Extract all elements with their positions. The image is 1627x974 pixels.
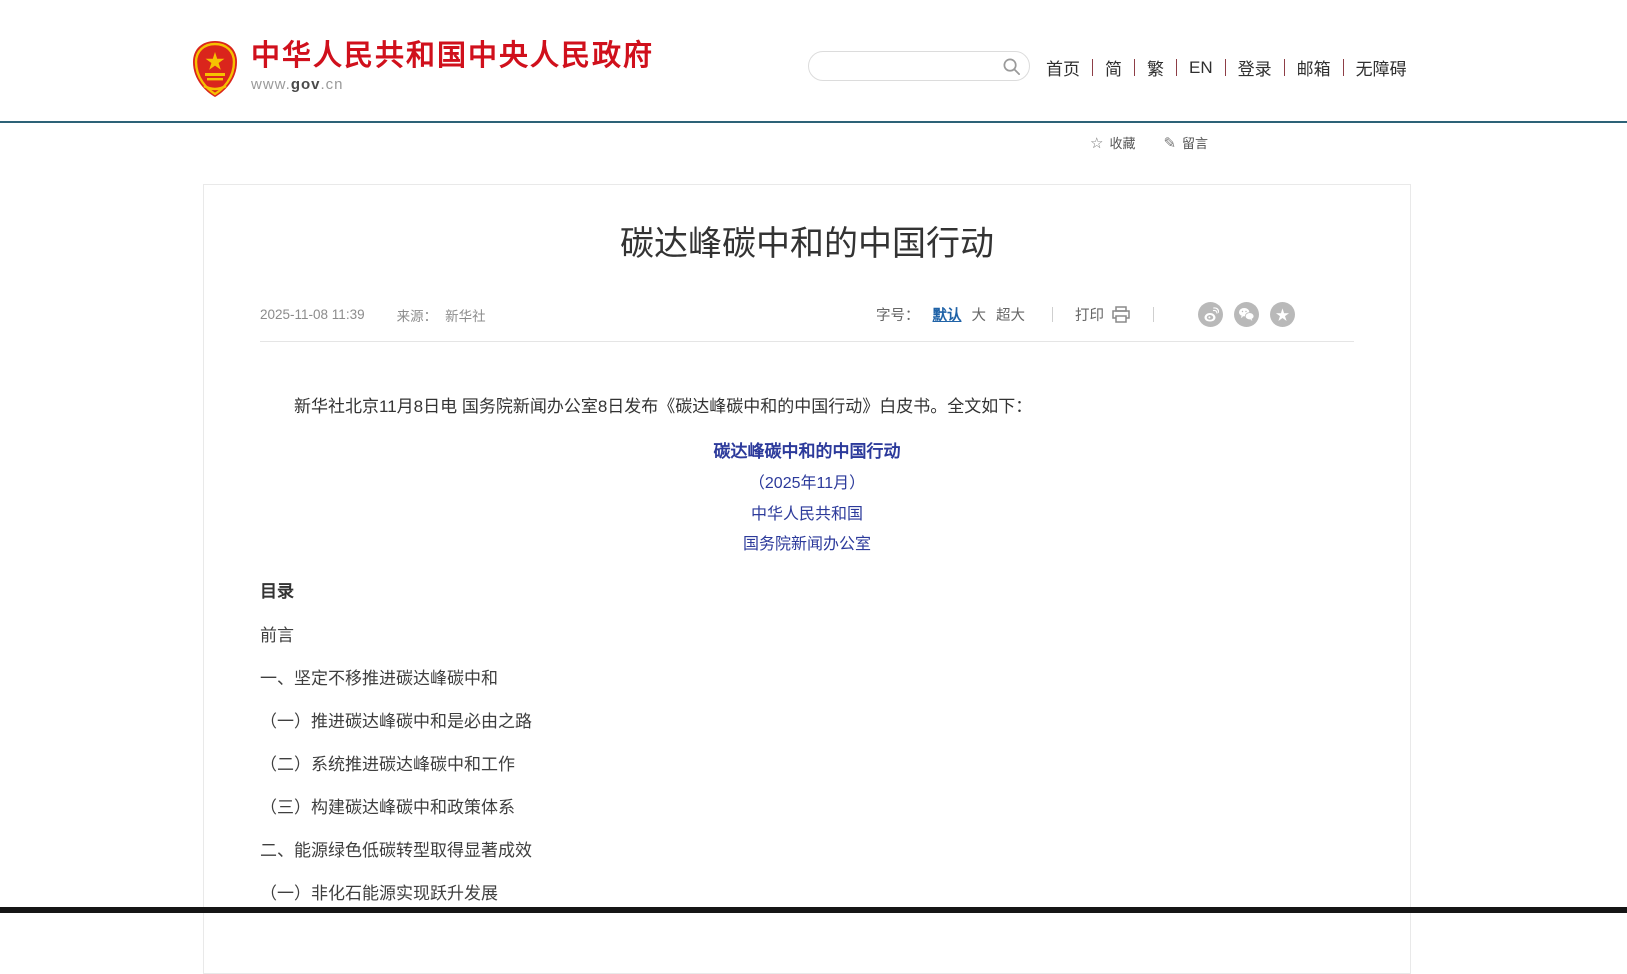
nav-item-accessibility[interactable]: 无障碍 xyxy=(1356,55,1407,80)
nav-item-traditional[interactable]: 繁 xyxy=(1147,55,1164,80)
toc-item-2: 二、能源绿色低碳转型取得显著成效 xyxy=(260,842,1354,859)
article-meta-right: 字号： 默认 大 超大 打印 ★ xyxy=(876,302,1295,327)
weibo-icon xyxy=(1203,307,1219,323)
site-url-domain: gov xyxy=(291,76,321,93)
nav-divider xyxy=(1343,59,1344,76)
nav-item-simplified[interactable]: 简 xyxy=(1105,55,1122,80)
comment-link[interactable]: ✎ 留言 xyxy=(1163,133,1208,152)
viewport-bottom-edge xyxy=(0,907,1627,913)
nav-divider xyxy=(1284,59,1285,76)
meta-divider xyxy=(1153,307,1154,322)
publish-date: 2025-11-08 11:39 xyxy=(260,307,365,322)
share-group: ★ xyxy=(1198,302,1295,327)
comment-label: 留言 xyxy=(1182,133,1208,152)
header-nav: 首页 简 繁 EN 登录 邮箱 无障碍 xyxy=(1046,55,1407,80)
site-header: 中华人民共和国中央人民政府 www.gov.cn 首页 简 繁 EN 登录 邮箱… xyxy=(0,0,1627,123)
nav-divider xyxy=(1134,59,1135,76)
site-url: www.gov.cn xyxy=(251,76,654,93)
search-button[interactable] xyxy=(993,52,1029,80)
favorite-label: 收藏 xyxy=(1109,133,1135,152)
search-box xyxy=(808,51,1030,81)
share-favorite-button[interactable]: ★ xyxy=(1270,302,1295,327)
nav-item-home[interactable]: 首页 xyxy=(1046,55,1080,80)
fontsize-option-xlarge[interactable]: 超大 xyxy=(996,304,1025,325)
lead-paragraph: 新华社北京11月8日电 国务院新闻办公室8日发布《碳达峰碳中和的中国行动》白皮书… xyxy=(260,398,1354,415)
fontsize-option-large[interactable]: 大 xyxy=(972,304,987,325)
site-logo[interactable]: 中华人民共和国中央人民政府 www.gov.cn xyxy=(192,40,654,98)
nav-divider xyxy=(1176,59,1177,76)
print-label: 打印 xyxy=(1075,304,1104,325)
nav-item-mail[interactable]: 邮箱 xyxy=(1297,55,1331,80)
search-input[interactable] xyxy=(809,58,993,74)
site-url-suffix: .cn xyxy=(321,76,344,93)
nav-divider xyxy=(1225,59,1226,76)
print-button[interactable]: 打印 xyxy=(1075,304,1131,325)
favorite-link[interactable]: ☆ 收藏 xyxy=(1090,133,1135,152)
source-label: 来源： xyxy=(397,305,438,325)
nav-item-english[interactable]: EN xyxy=(1189,58,1213,78)
toc-item-1: 一、坚定不移推进碳达峰碳中和 xyxy=(260,670,1354,687)
article-meta-left: 2025-11-08 11:39 来源： 新华社 xyxy=(260,305,486,325)
meta-divider xyxy=(1052,307,1053,322)
toc-item-2-1: （一）非化石能源实现跃升发展 xyxy=(260,885,1354,902)
fontsize-option-default[interactable]: 默认 xyxy=(933,304,962,325)
nav-divider xyxy=(1092,59,1093,76)
source-value[interactable]: 新华社 xyxy=(445,305,486,325)
printer-icon xyxy=(1111,306,1131,324)
star-outline-icon: ☆ xyxy=(1090,134,1103,152)
doc-org-line2: 国务院新闻办公室 xyxy=(260,535,1354,552)
toc-item-1-2: （二）系统推进碳达峰碳中和工作 xyxy=(260,756,1354,773)
national-emblem-icon xyxy=(192,40,238,98)
toc-item-preface: 前言 xyxy=(260,627,1354,644)
page-toolbar: ☆ 收藏 ✎ 留言 xyxy=(1090,133,1208,152)
doc-org-line1: 中华人民共和国 xyxy=(260,505,1354,522)
article-title: 碳达峰碳中和的中国行动 xyxy=(260,224,1354,264)
site-title: 中华人民共和国中央人民政府 xyxy=(251,40,654,72)
nav-item-login[interactable]: 登录 xyxy=(1238,55,1272,80)
wechat-icon xyxy=(1238,307,1255,322)
doc-date: （2025年11月） xyxy=(260,475,1354,492)
fontsize-label: 字号： xyxy=(876,304,920,325)
share-wechat-button[interactable] xyxy=(1234,302,1259,327)
pencil-icon: ✎ xyxy=(1163,134,1176,152)
share-weibo-button[interactable] xyxy=(1198,302,1223,327)
toc-item-1-1: （一）推进碳达峰碳中和是必由之路 xyxy=(260,713,1354,730)
share-star-icon: ★ xyxy=(1276,308,1290,322)
doc-title: 碳达峰碳中和的中国行动 xyxy=(260,443,1354,460)
site-url-prefix: www. xyxy=(251,76,291,93)
toc-item-1-3: （三）构建碳达峰碳中和政策体系 xyxy=(260,799,1354,816)
article-panel: 碳达峰碳中和的中国行动 2025-11-08 11:39 来源： 新华社 字号：… xyxy=(203,184,1411,974)
article-meta-bar: 2025-11-08 11:39 来源： 新华社 字号： 默认 大 超大 打印 xyxy=(260,302,1354,342)
toc-heading: 目录 xyxy=(260,583,1354,601)
search-icon xyxy=(1002,57,1021,76)
